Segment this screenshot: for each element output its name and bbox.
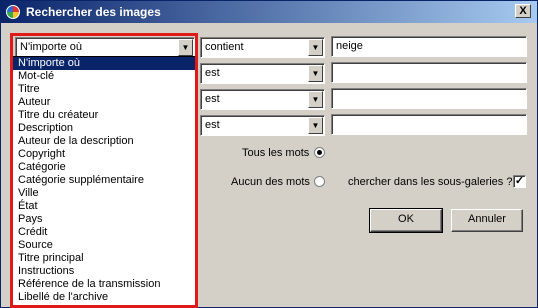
title-bar: Rechercher des images X xyxy=(1,1,537,23)
dropdown-option[interactable]: Auteur xyxy=(13,96,196,109)
all-words-label: Tous les mots xyxy=(242,147,310,159)
no-words-label: Aucun des mots xyxy=(231,176,310,188)
field-select[interactable]: N'importe où ▼ xyxy=(15,37,195,58)
dropdown-option[interactable]: Référence de la transmission xyxy=(13,278,196,291)
operator-select-1[interactable]: contient ▼ xyxy=(200,37,325,58)
dropdown-option[interactable]: Catégorie supplémentaire xyxy=(13,174,196,187)
dropdown-option[interactable]: Catégorie xyxy=(13,161,196,174)
dropdown-option[interactable]: N'importe où xyxy=(13,57,196,70)
ok-button[interactable]: OK xyxy=(369,208,443,233)
all-words-radio[interactable] xyxy=(314,147,325,158)
dropdown-option[interactable]: Pays xyxy=(13,213,196,226)
no-words-radio[interactable] xyxy=(314,176,325,187)
operator-select-4[interactable]: est ▼ xyxy=(200,115,325,136)
dropdown-option[interactable]: Instructions xyxy=(13,265,196,278)
search-images-dialog: Rechercher des images X N'importe où ▼ c… xyxy=(0,0,538,308)
cancel-button[interactable]: Annuler xyxy=(451,209,523,232)
search-value-input-2[interactable] xyxy=(331,62,527,83)
dropdown-option[interactable]: Description xyxy=(13,122,196,135)
chevron-down-icon[interactable]: ▼ xyxy=(178,39,193,56)
chevron-down-icon[interactable]: ▼ xyxy=(308,65,323,82)
dropdown-option[interactable]: Crédit xyxy=(13,226,196,239)
chevron-down-icon[interactable]: ▼ xyxy=(308,91,323,108)
dropdown-option[interactable]: Copyright xyxy=(13,148,196,161)
dropdown-option[interactable]: Source xyxy=(13,239,196,252)
chevron-down-icon[interactable]: ▼ xyxy=(308,39,323,56)
search-value-input-4[interactable] xyxy=(331,114,527,135)
search-value-input-3[interactable] xyxy=(331,88,527,109)
operator-value: est xyxy=(205,67,220,79)
field-dropdown-list[interactable]: N'importe où Mot-clé Titre Auteur Titre du c… xyxy=(12,56,197,308)
chevron-down-icon[interactable]: ▼ xyxy=(308,117,323,134)
search-value-input-1[interactable]: neige xyxy=(331,36,527,57)
search-value: neige xyxy=(336,40,363,52)
dropdown-option[interactable]: Auteur de la description xyxy=(13,135,196,148)
operator-value: contient xyxy=(205,41,244,53)
dropdown-option[interactable]: Ville xyxy=(13,187,196,200)
dropdown-option[interactable]: État xyxy=(13,200,196,213)
subgalleries-checkbox[interactable]: ✓ xyxy=(513,175,526,188)
operator-value: est xyxy=(205,119,220,131)
dropdown-option[interactable]: Libellé de l'archive xyxy=(13,291,196,304)
app-icon xyxy=(6,5,20,19)
dropdown-option[interactable]: Titre principal xyxy=(13,252,196,265)
close-button[interactable]: X xyxy=(515,4,531,18)
field-select-value: N'importe où xyxy=(20,41,83,53)
operator-select-3[interactable]: est ▼ xyxy=(200,89,325,110)
dropdown-option[interactable]: Titre du créateur xyxy=(13,109,196,122)
dropdown-option[interactable]: Titre xyxy=(13,83,196,96)
radio-selected-dot xyxy=(317,150,322,155)
subgalleries-label: chercher dans les sous-galeries ? xyxy=(348,176,513,188)
dropdown-option[interactable]: Mot-clé xyxy=(13,70,196,83)
window-title: Rechercher des images xyxy=(26,5,161,19)
operator-select-2[interactable]: est ▼ xyxy=(200,63,325,84)
operator-value: est xyxy=(205,93,220,105)
